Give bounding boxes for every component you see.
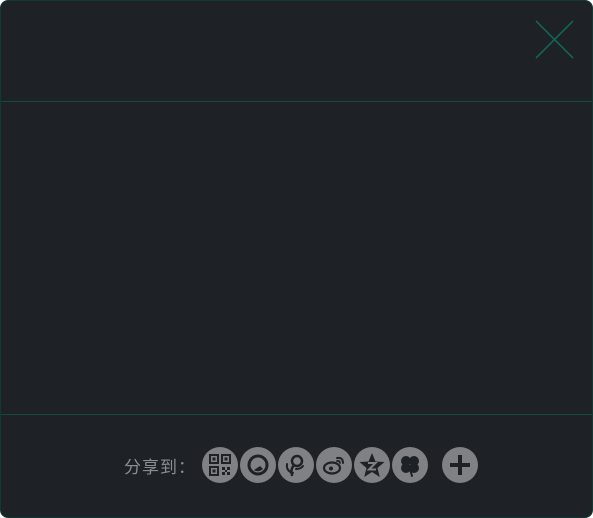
share-dialog: 分享到： xyxy=(0,0,593,518)
share-more-button[interactable] xyxy=(442,447,478,483)
qrcode-icon xyxy=(209,454,231,476)
sina-weibo-icon xyxy=(322,456,344,475)
dialog-header xyxy=(1,1,592,102)
qzone-icon xyxy=(247,454,269,476)
share-tencent-weibo-button[interactable] xyxy=(278,447,314,483)
plus-icon xyxy=(450,455,470,475)
dialog-footer: 分享到： xyxy=(1,414,592,517)
dialog-content xyxy=(1,102,592,414)
close-icon xyxy=(535,20,574,59)
share-bar: 分享到： xyxy=(124,446,478,484)
share-qrcode-button[interactable] xyxy=(202,447,238,483)
share-sina-weibo-button[interactable] xyxy=(316,447,352,483)
tencent-weibo-icon xyxy=(285,454,304,477)
share-clover-button[interactable] xyxy=(392,447,428,483)
star-icon xyxy=(359,453,385,477)
share-qzone-button[interactable] xyxy=(240,447,276,483)
close-button[interactable] xyxy=(535,20,575,60)
share-label: 分享到： xyxy=(124,457,196,478)
clover-icon xyxy=(401,456,419,477)
share-star-button[interactable] xyxy=(354,447,390,483)
